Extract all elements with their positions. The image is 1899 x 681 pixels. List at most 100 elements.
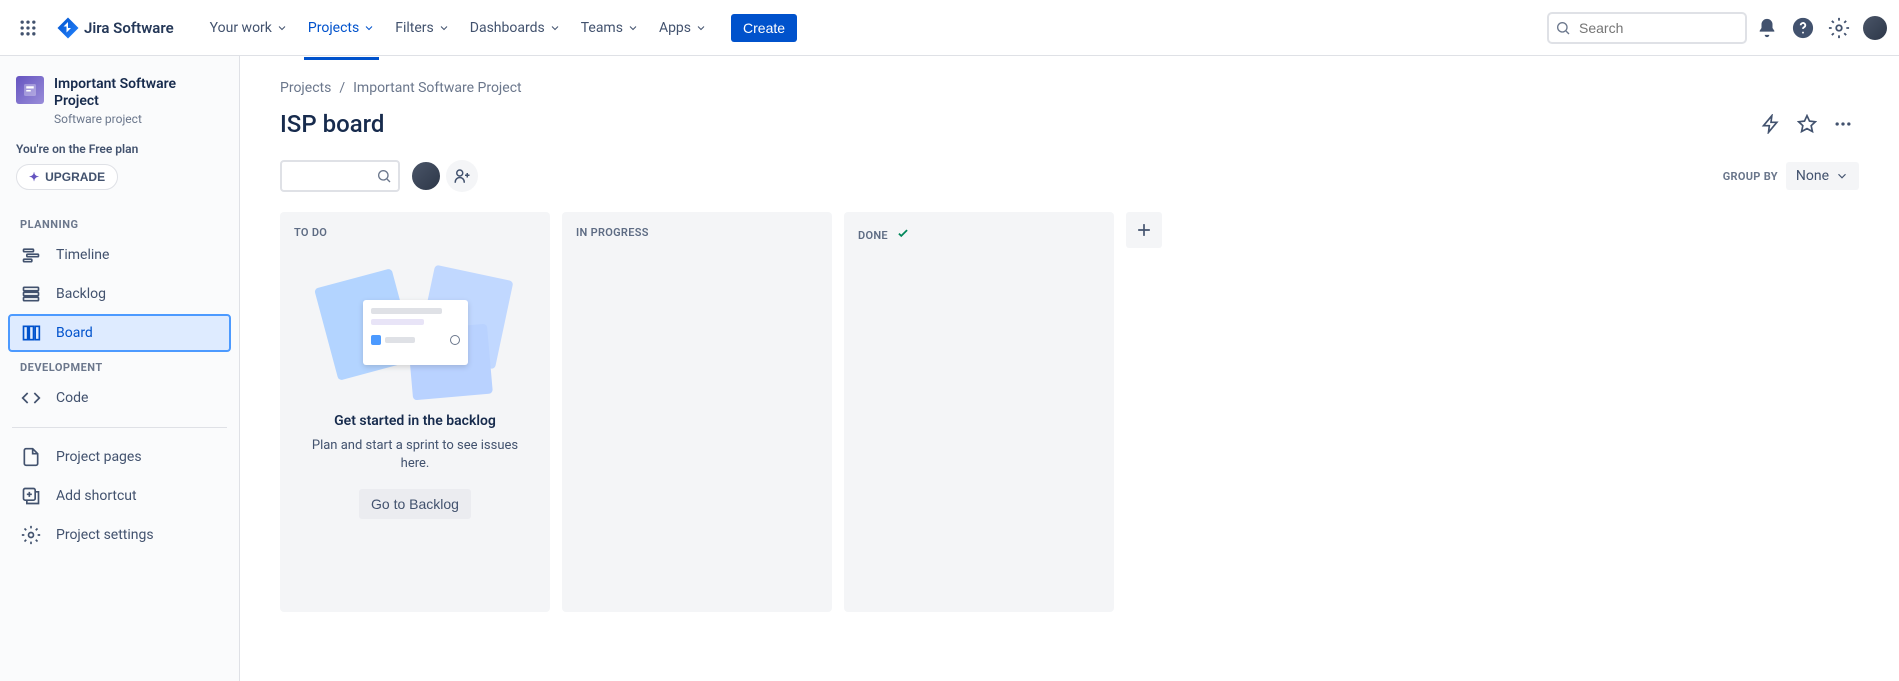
nav-items: Your work Projects Filters Dashboards Te…: [202, 12, 797, 44]
page-header: ISP board: [280, 108, 1859, 140]
planning-section-label: PLANNING: [8, 210, 231, 235]
column-done[interactable]: DONE: [844, 212, 1114, 612]
main-content: Projects / Important Software Project IS…: [240, 56, 1899, 681]
create-button[interactable]: Create: [731, 14, 797, 42]
board-icon: [20, 322, 42, 344]
chevron-down-icon: [695, 22, 707, 34]
jira-logo[interactable]: Jira Software: [48, 16, 182, 40]
nav-dashboards-label: Dashboards: [470, 20, 545, 36]
check-icon: [896, 226, 910, 244]
nav-teams-label: Teams: [581, 20, 623, 36]
sidebar-item-project-pages[interactable]: Project pages: [8, 438, 231, 476]
project-subtitle: Software project: [54, 112, 223, 126]
chevron-down-icon: [1835, 169, 1849, 183]
sidebar-item-project-settings[interactable]: Project settings: [8, 516, 231, 554]
search-icon: [376, 168, 392, 184]
sidebar-item-label: Backlog: [56, 286, 106, 302]
page-title: ISP board: [280, 110, 384, 138]
sidebar-item-label: Project pages: [56, 449, 142, 465]
member-avatar[interactable]: [410, 160, 442, 192]
empty-state-title: Get started in the backlog: [296, 413, 534, 429]
column-title: TO DO: [294, 226, 327, 239]
board-toolbar: GROUP BY None: [280, 160, 1859, 192]
group-by-select[interactable]: None: [1786, 162, 1859, 190]
global-search: [1547, 12, 1747, 44]
timeline-icon: [20, 244, 42, 266]
nav-your-work[interactable]: Your work: [202, 12, 296, 44]
chevron-down-icon: [438, 22, 450, 34]
column-title: DONE: [858, 229, 888, 242]
breadcrumb-project[interactable]: Important Software Project: [353, 80, 522, 96]
page-actions: [1755, 108, 1859, 140]
empty-state-description: Plan and start a sprint to see issues he…: [296, 437, 534, 473]
user-avatar[interactable]: [1863, 16, 1887, 40]
chevron-down-icon: [627, 22, 639, 34]
notifications-icon[interactable]: [1751, 12, 1783, 44]
backlog-icon: [20, 283, 42, 305]
nav-apps-label: Apps: [659, 20, 691, 36]
project-title: Important Software Project: [54, 76, 223, 110]
breadcrumb: Projects / Important Software Project: [280, 80, 1859, 96]
add-member-button[interactable]: [446, 160, 478, 192]
sidebar-item-label: Code: [56, 390, 88, 406]
chevron-down-icon: [276, 22, 288, 34]
group-by-label: GROUP BY: [1723, 170, 1778, 183]
column-header: TO DO: [280, 212, 550, 247]
gear-icon: [20, 524, 42, 546]
topnav-right: [1547, 12, 1887, 44]
upgrade-button[interactable]: ✦ UPGRADE: [16, 164, 118, 190]
upgrade-label: UPGRADE: [45, 170, 105, 184]
page-icon: [20, 446, 42, 468]
search-icon: [1555, 20, 1571, 36]
column-header: IN PROGRESS: [562, 212, 832, 247]
top-navigation: Jira Software Your work Projects Filters…: [0, 0, 1899, 56]
sidebar-item-label: Board: [56, 325, 93, 341]
nav-your-work-label: Your work: [210, 20, 272, 36]
go-to-backlog-button[interactable]: Go to Backlog: [359, 489, 471, 519]
development-section-label: DEVELOPMENT: [8, 353, 231, 378]
search-input[interactable]: [1547, 12, 1747, 44]
sidebar-item-backlog[interactable]: Backlog: [8, 275, 231, 313]
chevron-down-icon: [549, 22, 561, 34]
board: TO DO: [280, 212, 1859, 612]
column-title: IN PROGRESS: [576, 226, 649, 239]
sidebar-item-label: Timeline: [56, 247, 109, 263]
nav-apps[interactable]: Apps: [651, 12, 715, 44]
nav-projects-label: Projects: [308, 20, 359, 36]
settings-icon[interactable]: [1823, 12, 1855, 44]
breadcrumb-projects[interactable]: Projects: [280, 80, 331, 96]
sidebar-item-timeline[interactable]: Timeline: [8, 236, 231, 274]
column-in-progress[interactable]: IN PROGRESS: [562, 212, 832, 612]
add-column-button[interactable]: [1126, 212, 1162, 248]
add-shortcut-icon: [20, 485, 42, 507]
nav-filters-label: Filters: [395, 20, 434, 36]
app-switcher-icon[interactable]: [12, 12, 44, 44]
sidebar-item-code[interactable]: Code: [8, 379, 231, 417]
column-todo[interactable]: TO DO: [280, 212, 550, 612]
star-icon[interactable]: [1791, 108, 1823, 140]
project-header: Important Software Project Software proj…: [8, 76, 231, 142]
more-icon[interactable]: [1827, 108, 1859, 140]
sidebar-item-label: Project settings: [56, 527, 154, 543]
nav-projects[interactable]: Projects: [300, 12, 383, 44]
sidebar-item-label: Add shortcut: [56, 488, 137, 504]
group-by-value: None: [1796, 168, 1829, 184]
sidebar-item-add-shortcut[interactable]: Add shortcut: [8, 477, 231, 515]
help-icon[interactable]: [1787, 12, 1819, 44]
sidebar: Important Software Project Software proj…: [0, 56, 240, 681]
sidebar-divider: [12, 427, 227, 428]
logo-text: Jira Software: [84, 19, 174, 37]
code-icon: [20, 387, 42, 409]
nav-dashboards[interactable]: Dashboards: [462, 12, 569, 44]
sidebar-item-board[interactable]: Board: [8, 314, 231, 352]
jira-logo-icon: [56, 16, 80, 40]
nav-filters[interactable]: Filters: [387, 12, 458, 44]
column-header: DONE: [844, 212, 1114, 252]
plan-notice: You're on the Free plan: [8, 142, 231, 156]
group-by-control: GROUP BY None: [1723, 162, 1859, 190]
chevron-down-icon: [363, 22, 375, 34]
empty-state-illustration: [296, 267, 534, 397]
empty-state: Get started in the backlog Plan and star…: [280, 247, 550, 543]
automation-icon[interactable]: [1755, 108, 1787, 140]
nav-teams[interactable]: Teams: [573, 12, 647, 44]
